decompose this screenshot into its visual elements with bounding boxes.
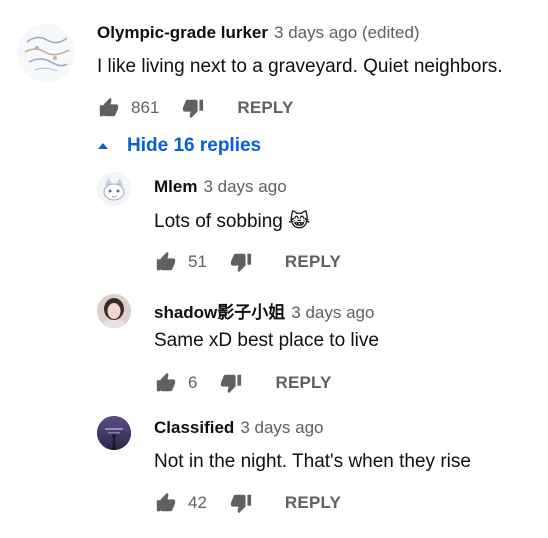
avatar[interactable] <box>17 24 75 82</box>
hide-replies-label: Hide 16 replies <box>127 135 262 156</box>
avatar[interactable] <box>97 172 131 206</box>
like-count: 861 <box>131 98 160 117</box>
reply-text: Same xD best place to live <box>154 330 379 351</box>
like-count: 42 <box>188 493 207 512</box>
avatar[interactable] <box>97 294 131 328</box>
reply-text: Not in the night. That's when they rise <box>154 451 471 472</box>
avatar-image <box>97 416 131 450</box>
reply-button[interactable]: REPLY <box>237 98 293 118</box>
comment-text: I like living next to a graveyard. Quiet… <box>97 56 503 77</box>
reply-text: Lots of sobbing 😹 <box>154 211 311 232</box>
avatar-image <box>97 172 131 206</box>
reply-author[interactable]: Classified <box>154 418 234 438</box>
reply-timestamp[interactable]: 3 days ago <box>203 177 286 197</box>
reply-timestamp[interactable]: 3 days ago <box>291 303 374 323</box>
reply-button[interactable]: REPLY <box>275 373 331 393</box>
reply-button[interactable]: REPLY <box>285 493 341 513</box>
hide-replies-button[interactable]: Hide 16 replies <box>97 135 261 157</box>
thumbs-down-icon[interactable] <box>219 371 243 395</box>
reply-button[interactable]: REPLY <box>285 252 341 272</box>
like-count: 6 <box>188 373 198 392</box>
reply-author[interactable]: shadow影子小姐 <box>154 298 285 323</box>
thumbs-up-icon[interactable] <box>154 371 178 395</box>
reply-author[interactable]: Mlem <box>154 177 197 197</box>
thumbs-up-icon[interactable] <box>97 96 121 120</box>
comment-timestamp[interactable]: 3 days ago (edited) <box>274 23 420 43</box>
thumbs-down-icon[interactable] <box>181 96 205 120</box>
arrow-up-icon <box>97 137 109 155</box>
avatar-image <box>17 24 75 82</box>
comment-author[interactable]: Olympic-grade lurker <box>97 23 268 43</box>
thumbs-up-icon[interactable] <box>154 250 178 274</box>
thumbs-up-icon[interactable] <box>154 491 178 515</box>
thumbs-down-icon[interactable] <box>229 491 253 515</box>
avatar[interactable] <box>97 416 131 450</box>
thumbs-down-icon[interactable] <box>229 250 253 274</box>
reply-timestamp[interactable]: 3 days ago <box>240 418 323 438</box>
like-count: 51 <box>188 252 207 271</box>
avatar-image <box>97 294 131 328</box>
